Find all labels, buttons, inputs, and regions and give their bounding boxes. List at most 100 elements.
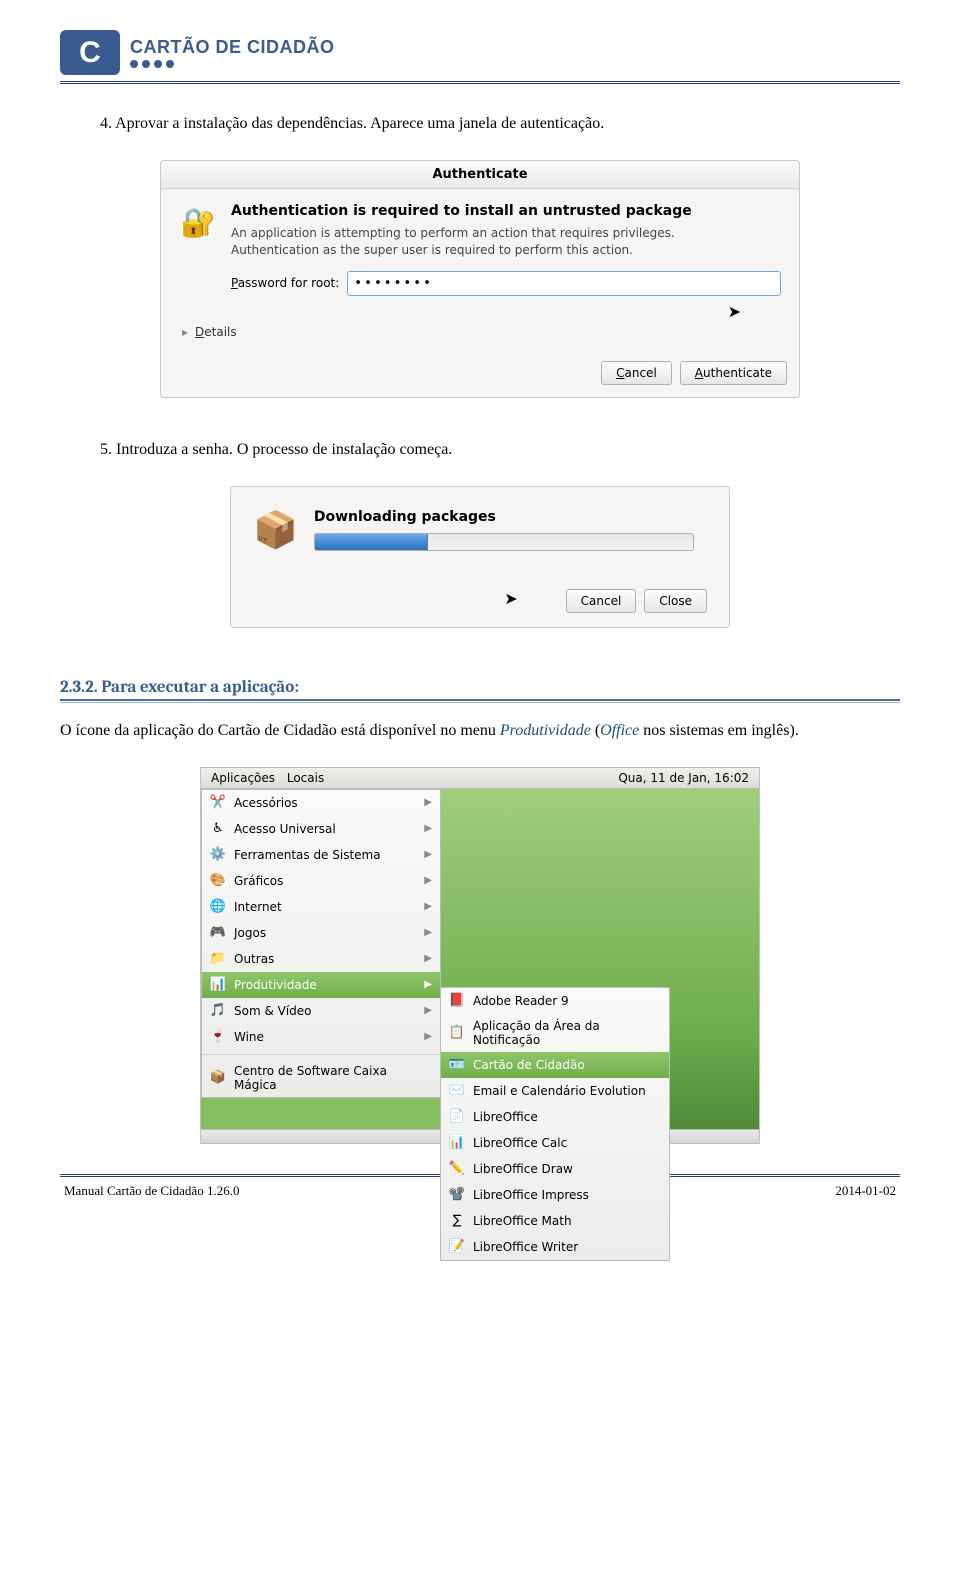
submenu-item-icon: 📄 (449, 1109, 465, 1125)
cancel-button[interactable]: Cancel (566, 589, 637, 613)
panel-applications[interactable]: Aplicações (211, 771, 275, 785)
submenu-item-icon: 🪪 (449, 1057, 465, 1073)
brand-header: C CARTÃO DE CIDADÃO (60, 30, 900, 75)
menu-item-icon: 🎮 (210, 925, 226, 941)
menu-item[interactable]: ♿ Acesso Universal ▶ (202, 816, 440, 842)
auth-description: An application is attempting to perform … (231, 225, 781, 259)
panel-clock: Qua, 11 de Jan, 16:02 (618, 771, 749, 785)
chevron-right-icon: ▶ (424, 1005, 432, 1016)
chevron-right-icon: ▶ (424, 875, 432, 886)
submenu-item-label: Email e Calendário Evolution (473, 1084, 646, 1098)
submenu-item-label: LibreOffice Writer (473, 1240, 578, 1254)
cancel-button[interactable]: Cancel (601, 361, 672, 385)
submenu-item-icon: 📕 (449, 993, 465, 1009)
submenu-item[interactable]: 📄 LibreOffice (441, 1104, 669, 1130)
submenu-item[interactable]: ∑ LibreOffice Math (441, 1208, 669, 1234)
panel-places[interactable]: Locais (287, 771, 324, 785)
menu-item-icon: 📊 (210, 977, 226, 993)
progress-bar (314, 533, 694, 551)
menu-item[interactable]: 🌐Internet▶ (202, 894, 440, 920)
submenu-item-label: LibreOffice Draw (473, 1162, 573, 1176)
chevron-right-icon: ▶ (424, 797, 432, 808)
step-4-text: 4. Aprovar a instalação das dependências… (100, 112, 900, 136)
menu-item-label: Gráficos (234, 874, 283, 888)
submenu-item-icon: ∑ (449, 1213, 465, 1229)
submenu-item-label: LibreOffice (473, 1110, 538, 1124)
submenu-item[interactable]: ✉️ Email e Calendário Evolution (441, 1078, 669, 1104)
submenu-item-icon: ✉️ (449, 1083, 465, 1099)
download-heading: Downloading packages (314, 509, 694, 525)
box-icon: 📦 (210, 1070, 226, 1086)
submenu-item-label: LibreOffice Impress (473, 1188, 589, 1202)
menu-item[interactable]: 🍷Wine▶ (202, 1024, 440, 1050)
menu-item[interactable]: ⚙️ Ferramentas de Sistema ▶ (202, 842, 440, 868)
menu-item-software-center[interactable]: 📦 Centro de Software Caixa Mágica (202, 1059, 440, 1097)
submenu-item[interactable]: 📊 LibreOffice Calc (441, 1130, 669, 1156)
chevron-right-icon: ▶ (424, 823, 432, 834)
menu-item-label: Ferramentas de Sistema (234, 848, 381, 862)
chevron-right-icon: ▶ (424, 1031, 432, 1042)
menu-item[interactable]: 🎵 Som & Vídeo ▶ (202, 998, 440, 1024)
submenu-item-icon: 📊 (449, 1135, 465, 1151)
menu-item-label: Som & Vídeo (234, 1004, 312, 1018)
menu-item-icon: ⚙️ (210, 847, 226, 863)
menu-item[interactable]: 📁Outras▶ (202, 946, 440, 972)
submenu-item-label: LibreOffice Calc (473, 1136, 567, 1150)
authenticate-dialog: Authenticate 🔐 Authentication is require… (160, 160, 800, 398)
menu-item-label: Produtividade (234, 978, 317, 992)
authenticate-button[interactable]: Authenticate (680, 361, 787, 385)
menu-item[interactable]: 🎨Gráficos▶ (202, 868, 440, 894)
menu-item-icon: 📁 (210, 951, 226, 967)
footer-doc-title: Manual Cartão de Cidadão 1.26.0 (64, 1183, 239, 1199)
menu-item-label: Acesso Universal (234, 822, 336, 836)
brand-logo-icon: C (60, 30, 120, 75)
password-label: Password for root: (231, 276, 339, 290)
menu-item-icon: ♿ (210, 821, 226, 837)
menu-item-label: Wine (234, 1030, 264, 1044)
section-heading: 2.3.2. Para executar a aplicação: (60, 678, 900, 697)
auth-heading: Authentication is required to install an… (231, 203, 781, 219)
submenu-item-label: Cartão de Cidadão (473, 1058, 585, 1072)
submenu-item[interactable]: 📽️LibreOffice Impress (441, 1182, 669, 1208)
chevron-right-icon: ▶ (424, 979, 432, 990)
menu-item[interactable]: ✂️Acessórios▶ (202, 790, 440, 816)
brand-dots-icon (130, 60, 335, 68)
menu-item-icon: ✂️ (210, 795, 226, 811)
menu-item[interactable]: 🎮Jogos▶ (202, 920, 440, 946)
step-5-text: 5. Introduza a senha. O processo de inst… (100, 438, 900, 462)
run-paragraph: O ícone da aplicação do Cartão de Cidadã… (60, 719, 900, 743)
submenu-item-icon: ✏️ (449, 1161, 465, 1177)
menu-item-label: Jogos (234, 926, 266, 940)
menu-item-label: Outras (234, 952, 274, 966)
submenu-item-icon: 📝 (449, 1239, 465, 1255)
gnome-menu-screenshot: Aplicações Locais Qua, 11 de Jan, 16:02 … (200, 767, 760, 1144)
details-expander[interactable]: ▸ Details (179, 321, 781, 347)
password-input[interactable] (347, 271, 781, 296)
submenu-item-label: Adobe Reader 9 (473, 994, 569, 1008)
package-icon: 📦 (253, 509, 298, 551)
menu-item-label: Internet (234, 900, 282, 914)
dialog-title: Authenticate (161, 161, 799, 189)
produtividade-submenu: 📕 Adobe Reader 9 📋 Aplicação da Área da Not… (440, 987, 670, 1261)
cursor-icon: ➤ (728, 302, 741, 321)
submenu-item[interactable]: 📝 LibreOffice Writer (441, 1234, 669, 1260)
submenu-item[interactable]: ✏️ LibreOffice Draw (441, 1156, 669, 1182)
section-rule (60, 699, 900, 703)
header-rule (60, 81, 900, 84)
submenu-item[interactable]: 🪪 Cartão de Cidadão (441, 1052, 669, 1078)
gnome-panel: Aplicações Locais Qua, 11 de Jan, 16:02 (201, 768, 759, 789)
close-button[interactable]: Close (644, 589, 707, 613)
footer-date: 2014-01-02 (835, 1183, 896, 1199)
submenu-item-label: Aplicação da Área da Notificação (473, 1019, 661, 1047)
lock-icon: 🔐 (179, 203, 217, 241)
menu-item[interactable]: 📊 Produtividade ▶ (202, 972, 440, 998)
brand-text: CARTÃO DE CIDADÃO (130, 37, 335, 58)
menu-item-icon: 🎵 (210, 1003, 226, 1019)
submenu-item-label: LibreOffice Math (473, 1214, 572, 1228)
submenu-item-icon: 📋 (449, 1025, 465, 1041)
menu-item-label: Centro de Software Caixa Mágica (234, 1064, 432, 1092)
chevron-right-icon: ▶ (424, 849, 432, 860)
submenu-item[interactable]: 📕 Adobe Reader 9 (441, 988, 669, 1014)
download-dialog: 📦 Downloading packages ➤ Cancel Close (230, 486, 730, 628)
submenu-item[interactable]: 📋 Aplicação da Área da Notificação (441, 1014, 669, 1052)
